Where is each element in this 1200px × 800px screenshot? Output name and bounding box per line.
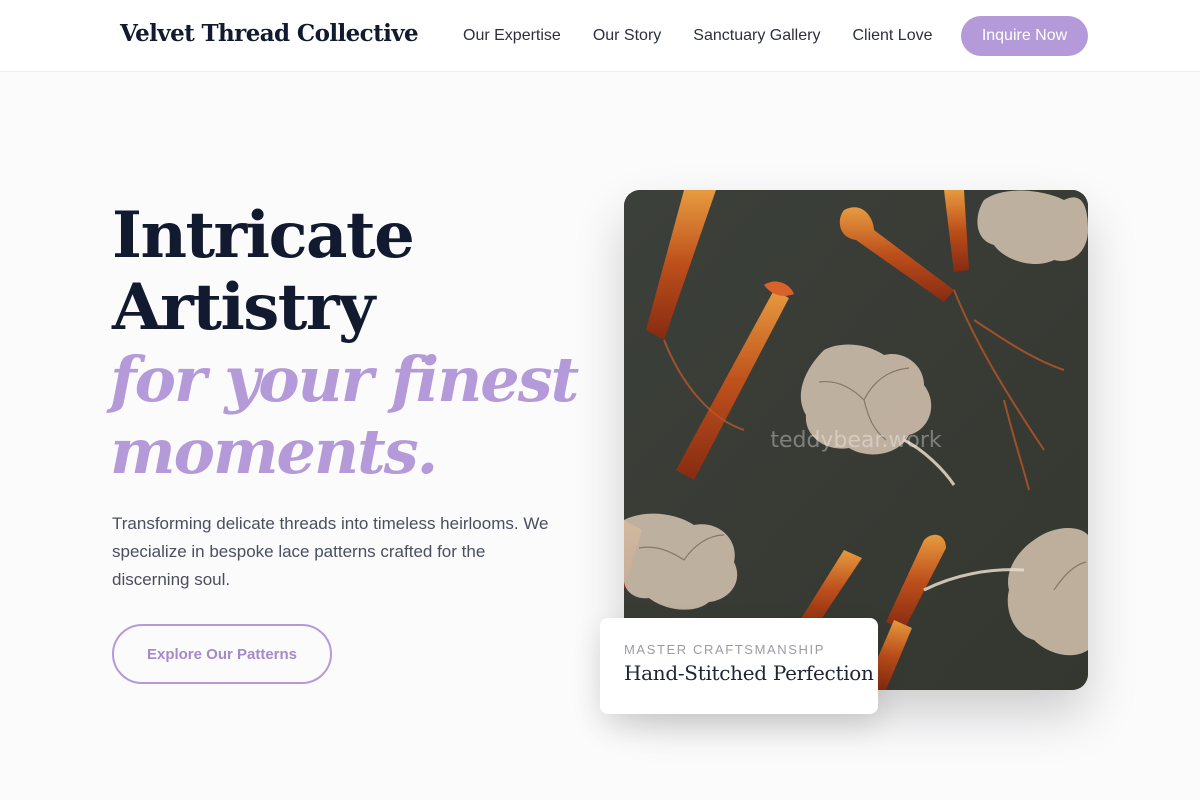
hero-accent-line-2: moments. <box>110 415 438 488</box>
brand-logo[interactable]: Velvet Thread Collective <box>120 20 419 47</box>
inquire-now-button[interactable]: Inquire Now <box>961 16 1088 56</box>
craftsmanship-card: Master Craftsmanship Hand-Stitched Perfe… <box>600 618 878 714</box>
hero-title-line-2: Artistry <box>112 270 375 345</box>
nav-link-gallery[interactable]: Sanctuary Gallery <box>693 27 820 45</box>
image-watermark: teddybear.work <box>770 428 942 453</box>
nav-link-client-love[interactable]: Client Love <box>852 27 932 45</box>
craftsmanship-eyebrow: Master Craftsmanship <box>624 642 826 657</box>
hero-accent-line-1: for your finest <box>110 343 579 416</box>
hero-accent-text: for your finest moments. <box>110 344 580 488</box>
main-nav: Our Expertise Our Story Sanctuary Galler… <box>463 0 933 72</box>
hero-description: Transforming delicate threads into timel… <box>112 514 549 589</box>
hero-title: Intricate Artistry <box>112 200 592 344</box>
explore-patterns-button[interactable]: Explore Our Patterns <box>112 624 332 684</box>
site-header: Velvet Thread Collective Our Expertise O… <box>0 0 1200 72</box>
nav-link-story[interactable]: Our Story <box>593 27 661 45</box>
nav-link-expertise[interactable]: Our Expertise <box>463 27 561 45</box>
craftsmanship-caption: Hand-Stitched Perfection <box>624 661 874 685</box>
lace-pattern-image: teddybear.work <box>624 190 1088 690</box>
hero-title-line-1: Intricate <box>112 198 415 273</box>
